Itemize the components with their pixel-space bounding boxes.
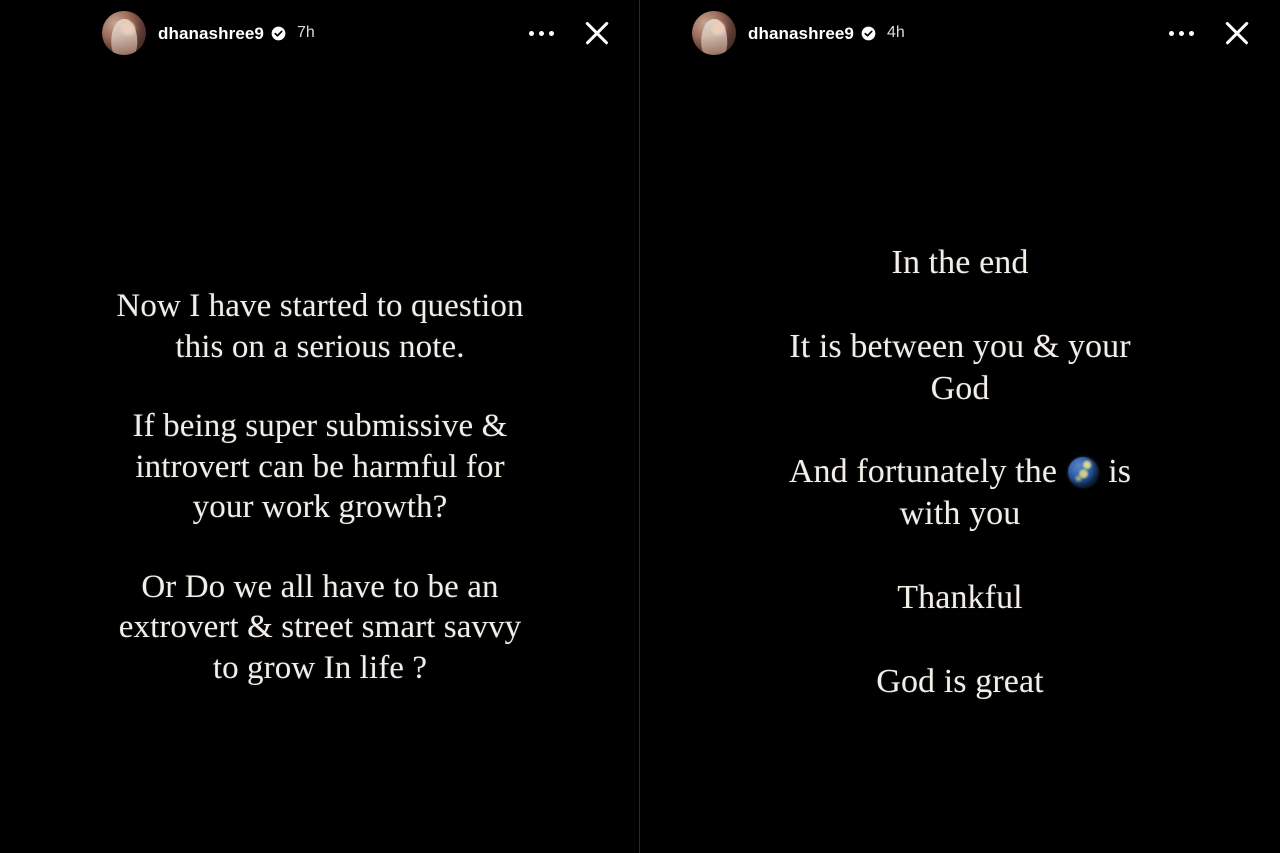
- globe-showing-europe-africa-icon: [1067, 457, 1098, 488]
- story-paragraph: Now I have started to question this on a…: [116, 288, 524, 365]
- username-label[interactable]: dhanashree9: [748, 25, 854, 42]
- panel-divider: [639, 0, 640, 853]
- profile-avatar[interactable]: [102, 11, 146, 55]
- story-text-content-right: In the end It is between you & your God …: [640, 242, 1280, 703]
- story-paragraph: If being super submissive & introvert ca…: [132, 408, 508, 526]
- more-options-icon[interactable]: [1167, 25, 1196, 42]
- verified-badge-icon: [271, 26, 286, 40]
- close-icon[interactable]: [582, 18, 612, 48]
- story-paragraph-with-emoji: And fortunately the is with you: [788, 453, 1132, 533]
- story-header-actions: [1167, 18, 1266, 48]
- verified-badge-icon: [861, 26, 876, 40]
- story-paragraph: Or Do we all have to be an extrovert & s…: [118, 568, 522, 687]
- close-icon[interactable]: [1222, 18, 1252, 48]
- profile-avatar[interactable]: [692, 11, 736, 55]
- story-timestamp: 7h: [296, 24, 315, 41]
- story-header-left: dhanashree9 7h: [0, 0, 640, 66]
- story-paragraph: It is between you & your God: [789, 327, 1131, 407]
- story-text-content-left: Now I have started to question this on a…: [0, 286, 640, 689]
- story-panel-right[interactable]: dhanashree9 4h In the end It is between …: [640, 0, 1280, 853]
- story-header-actions: [527, 18, 626, 48]
- username-label[interactable]: dhanashree9: [158, 25, 264, 42]
- story-panel-left[interactable]: dhanashree9 7h Now I have started to que…: [0, 0, 640, 853]
- story-paragraph: God is great: [876, 662, 1044, 700]
- story-author-meta: dhanashree9 7h: [158, 25, 315, 42]
- story-paragraph: Thankful: [897, 579, 1023, 617]
- story-header-right: dhanashree9 4h: [640, 0, 1280, 66]
- story-paragraph: In the end: [891, 244, 1029, 281]
- stories-viewer: dhanashree9 7h Now I have started to que…: [0, 0, 1280, 853]
- more-options-icon[interactable]: [527, 25, 556, 42]
- story-author-meta: dhanashree9 4h: [748, 25, 905, 42]
- story-timestamp: 4h: [886, 24, 905, 41]
